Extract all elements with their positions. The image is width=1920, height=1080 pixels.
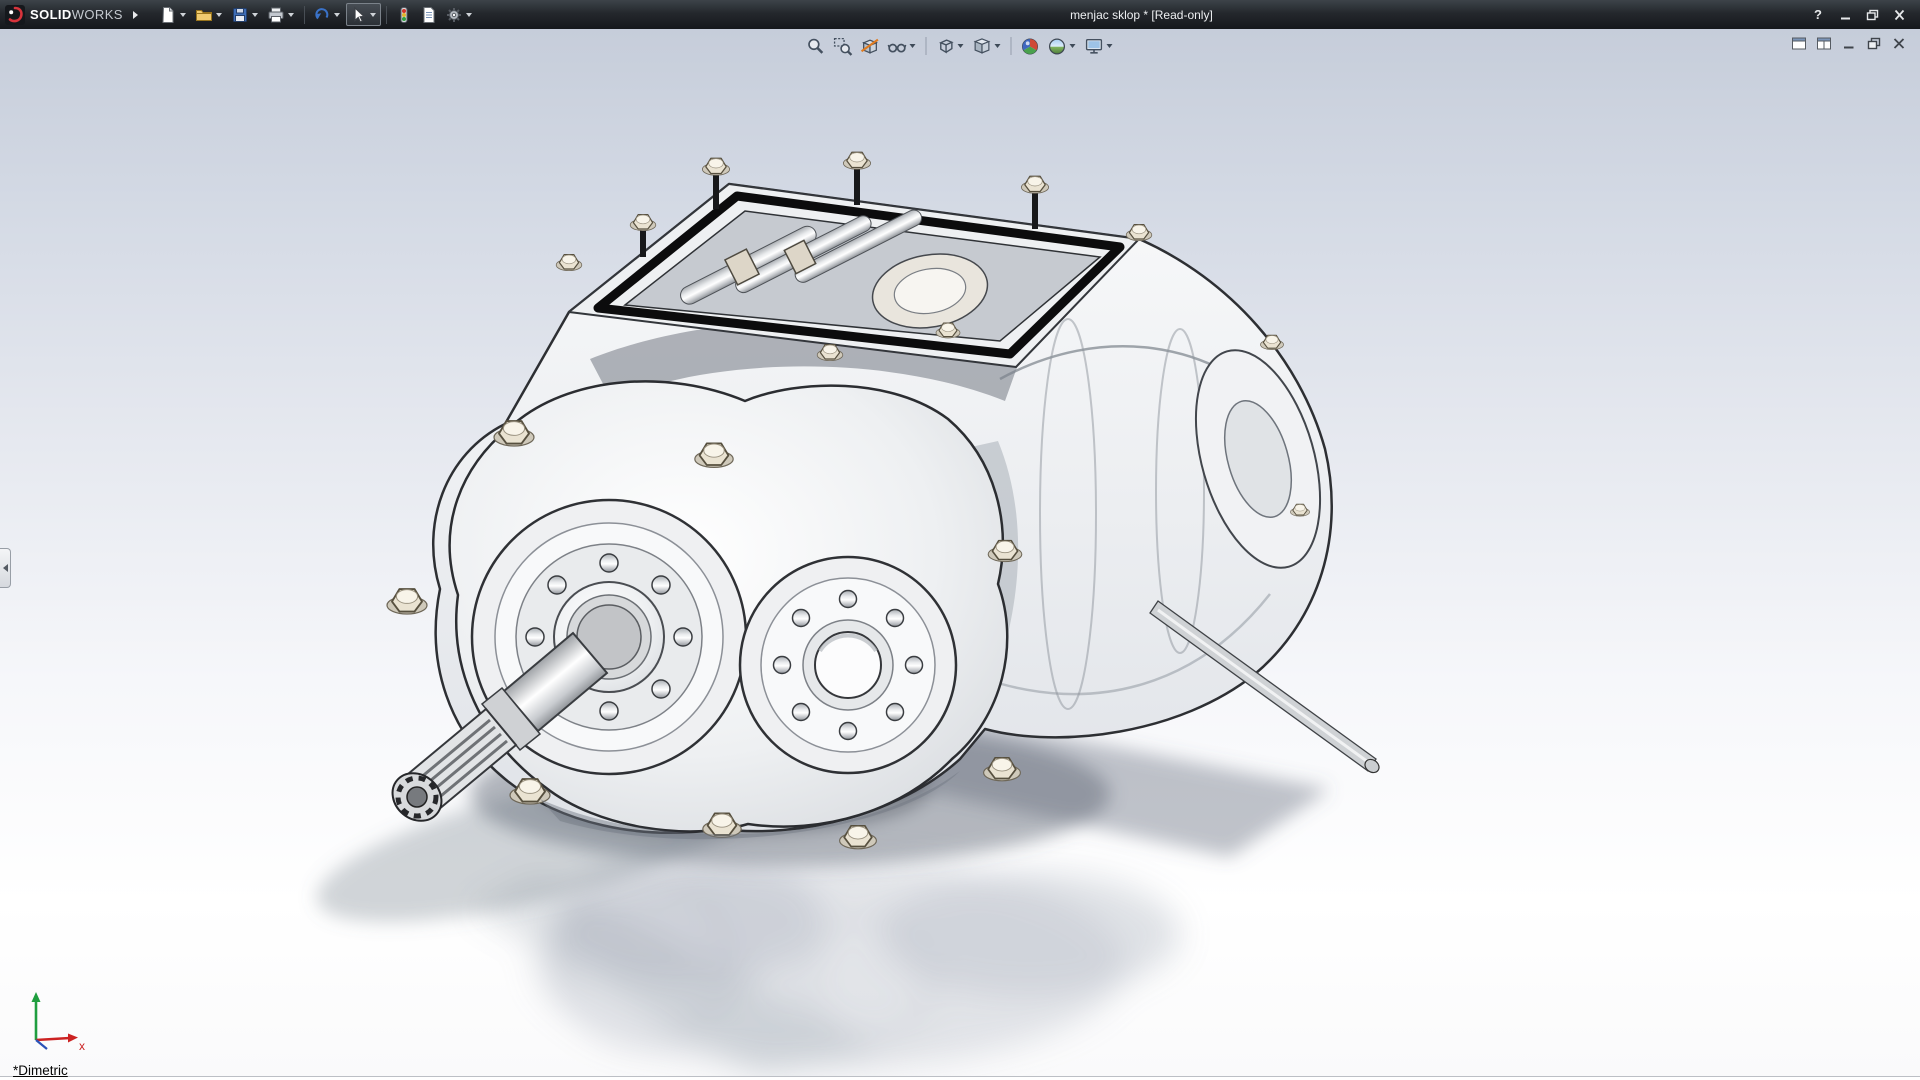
save-button[interactable] xyxy=(228,3,263,26)
titlebar: SOLIDWORKS xyxy=(0,0,1920,29)
minimize-icon xyxy=(1839,9,1852,21)
help-button[interactable]: ? xyxy=(1806,5,1830,24)
file-properties-button[interactable] xyxy=(417,3,441,26)
dropdown-caret[interactable] xyxy=(995,44,1001,48)
options-button[interactable] xyxy=(442,3,477,26)
doc-restore-button[interactable] xyxy=(1865,36,1883,51)
gearbox-3d-model[interactable] xyxy=(0,29,1920,1080)
restore-icon xyxy=(1866,9,1879,21)
window-controls: ? xyxy=(1806,5,1920,24)
dropdown-caret[interactable] xyxy=(252,13,258,17)
section-view-icon xyxy=(861,37,880,56)
close-icon xyxy=(1893,9,1906,21)
select-button[interactable] xyxy=(346,3,381,26)
dropdown-caret[interactable] xyxy=(1107,44,1113,48)
dropdown-caret[interactable] xyxy=(466,13,472,17)
window-pane-icon xyxy=(1792,37,1806,50)
window-pane-button-1[interactable] xyxy=(1790,36,1808,51)
zoom-to-fit-icon xyxy=(807,37,826,56)
zoom-to-area-icon xyxy=(834,37,853,56)
dropdown-caret[interactable] xyxy=(910,44,916,48)
restore-button[interactable] xyxy=(1860,5,1884,24)
toolbar-separator xyxy=(304,6,305,24)
dropdown-caret[interactable] xyxy=(334,13,340,17)
view-orientation-label: *Dimetric xyxy=(13,1063,68,1078)
view-settings-icon xyxy=(1085,37,1104,56)
hide-show-items-glasses-icon xyxy=(888,37,907,56)
feature-panel-collapse-tab[interactable] xyxy=(0,548,11,588)
dropdown-caret[interactable] xyxy=(370,13,376,17)
file-properties-icon xyxy=(420,6,438,24)
dassault-systemes-logo xyxy=(5,5,25,25)
menu-expand-arrow-icon[interactable] xyxy=(133,11,138,19)
undo-icon xyxy=(313,6,331,24)
section-view-button[interactable] xyxy=(858,34,883,58)
orientation-triad: x xyxy=(20,982,92,1054)
y-axis-arrow xyxy=(32,992,41,1002)
window-pane-split-icon xyxy=(1817,37,1831,50)
solidworks-window: SOLIDWORKS xyxy=(0,0,1920,1080)
close-button[interactable] xyxy=(1887,5,1911,24)
view-orientation-cube-icon xyxy=(936,37,955,56)
dropdown-caret[interactable] xyxy=(958,44,964,48)
select-cursor-icon xyxy=(349,6,367,24)
help-glyph: ? xyxy=(1814,7,1822,22)
new-document-button[interactable] xyxy=(156,3,191,26)
menu-bar-toolbar xyxy=(146,3,477,26)
toolbar-separator xyxy=(386,6,387,24)
brand-light: WORKS xyxy=(72,7,123,22)
brand-text: SOLIDWORKS xyxy=(30,7,123,22)
hide-show-items-button[interactable] xyxy=(885,34,920,58)
toolbar-separator xyxy=(926,37,927,55)
open-folder-icon xyxy=(195,6,213,24)
graphics-area[interactable]: x *Dimetric xyxy=(0,29,1920,1080)
x-axis-label: x xyxy=(79,1039,85,1053)
print-icon xyxy=(267,6,285,24)
view-settings-button[interactable] xyxy=(1082,34,1117,58)
dropdown-caret[interactable] xyxy=(288,13,294,17)
dropdown-caret[interactable] xyxy=(1070,44,1076,48)
toolbar-separator xyxy=(1011,37,1012,55)
status-strip xyxy=(0,1076,1920,1080)
solidworks-brand: SOLIDWORKS xyxy=(0,5,146,25)
x-axis-arrow xyxy=(68,1034,78,1043)
zoom-to-fit-button[interactable] xyxy=(804,34,829,58)
edit-appearance-sphere-icon xyxy=(1021,37,1040,56)
open-button[interactable] xyxy=(192,3,227,26)
dropdown-caret[interactable] xyxy=(216,13,222,17)
options-gear-icon xyxy=(445,6,463,24)
collapse-arrow-icon xyxy=(3,564,8,572)
display-style-button[interactable] xyxy=(970,34,1005,58)
dropdown-caret[interactable] xyxy=(180,13,186,17)
brand-bold: SOLID xyxy=(30,7,72,22)
print-button[interactable] xyxy=(264,3,299,26)
minimize-icon xyxy=(1842,37,1856,50)
display-style-shaded-cube-icon xyxy=(973,37,992,56)
document-window-controls xyxy=(1790,36,1908,51)
doc-close-button[interactable] xyxy=(1890,36,1908,51)
undo-button[interactable] xyxy=(310,3,345,26)
minimize-button[interactable] xyxy=(1833,5,1857,24)
apply-scene-icon xyxy=(1048,37,1067,56)
rebuild-semaphore-icon xyxy=(395,6,413,24)
rebuild-button[interactable] xyxy=(392,3,416,26)
z-axis xyxy=(36,1040,47,1049)
apply-scene-button[interactable] xyxy=(1045,34,1080,58)
heads-up-view-toolbar xyxy=(804,34,1117,58)
window-pane-button-2[interactable] xyxy=(1815,36,1833,51)
view-orientation-button[interactable] xyxy=(933,34,968,58)
window-title: menjac sklop * [Read-only] xyxy=(477,8,1806,22)
new-document-icon xyxy=(159,6,177,24)
zoom-to-area-button[interactable] xyxy=(831,34,856,58)
restore-icon xyxy=(1867,37,1881,50)
save-icon xyxy=(231,6,249,24)
doc-minimize-button[interactable] xyxy=(1840,36,1858,51)
output-bearing-boss[interactable] xyxy=(740,557,956,773)
close-icon xyxy=(1892,37,1906,50)
edit-appearance-button[interactable] xyxy=(1018,34,1043,58)
